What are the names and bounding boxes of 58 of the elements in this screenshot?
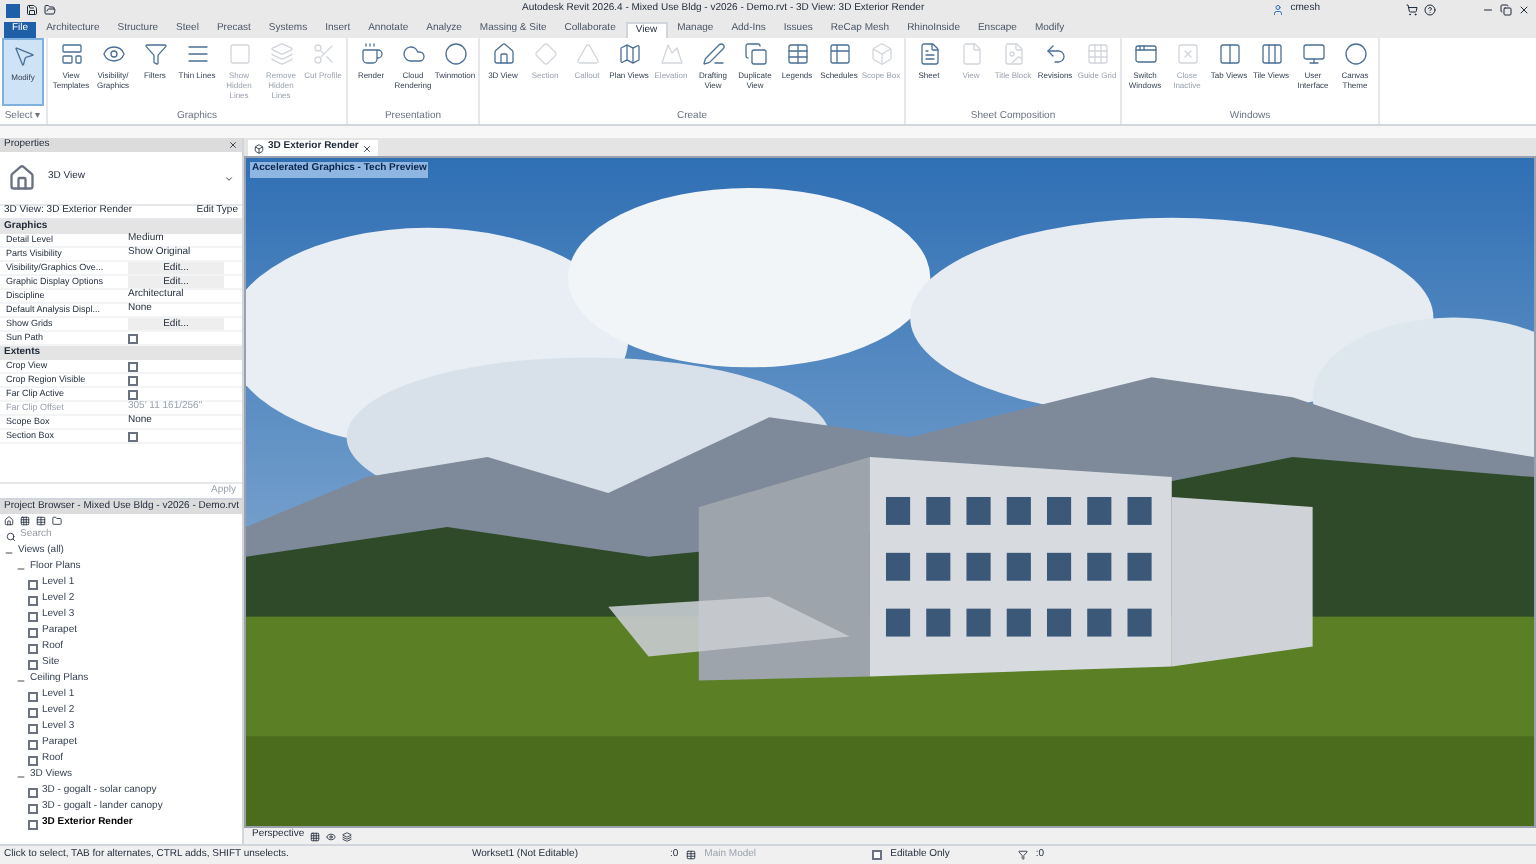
checkbox[interactable] (128, 375, 138, 385)
cursor-icon (11, 44, 35, 68)
lines-icon (185, 42, 209, 66)
sheet-icon (917, 42, 941, 66)
view-checkbox-icon (28, 611, 38, 621)
cart-icon[interactable] (1406, 4, 1418, 16)
view-checkbox-icon (28, 755, 38, 765)
house-icon[interactable] (4, 516, 14, 526)
app-logo-icon (6, 3, 20, 17)
copy-icon (743, 42, 767, 66)
checkbox[interactable] (872, 850, 883, 860)
view-checkbox-icon (28, 803, 38, 813)
table-icon[interactable] (686, 850, 697, 860)
house-icon (8, 164, 36, 192)
minimize-icon[interactable] (1482, 4, 1494, 16)
window-icon (1133, 42, 1157, 66)
close-icon[interactable] (1518, 4, 1530, 16)
columns-icon (1217, 42, 1241, 66)
pen-icon (701, 42, 725, 66)
checkbox[interactable] (128, 389, 138, 399)
house-icon (491, 42, 515, 66)
grid-icon[interactable] (20, 516, 30, 526)
view-checkbox-icon (28, 819, 38, 829)
monitor-icon (1301, 42, 1325, 66)
folder-icon[interactable] (44, 4, 56, 16)
template-icon (59, 42, 83, 66)
checkbox[interactable] (128, 361, 138, 371)
search-icon (6, 531, 16, 541)
grid-icon[interactable] (310, 831, 321, 841)
view-checkbox-icon (28, 787, 38, 797)
eye-icon[interactable] (326, 831, 337, 841)
layers-icon[interactable] (342, 831, 353, 841)
view-checkbox-icon (28, 595, 38, 605)
eye-icon (101, 42, 125, 66)
user-icon[interactable] (1272, 4, 1285, 16)
view-checkbox-icon (28, 691, 38, 701)
view-checkbox-icon (28, 659, 38, 669)
table-icon (785, 42, 809, 66)
tiles-icon (1259, 42, 1283, 66)
folder-icon[interactable] (52, 516, 62, 526)
cloud-icon (401, 42, 425, 66)
checkbox[interactable] (128, 431, 138, 441)
view-checkbox-icon (28, 627, 38, 637)
table-icon (827, 42, 851, 66)
view-checkbox-icon (28, 643, 38, 653)
filter-icon[interactable] (1017, 850, 1028, 860)
view-checkbox-icon (28, 739, 38, 749)
table-icon[interactable] (36, 516, 46, 526)
view-checkbox-icon (28, 579, 38, 589)
dropdown-icon[interactable] (224, 173, 234, 183)
cube-icon (254, 143, 264, 153)
help-icon[interactable] (1424, 4, 1436, 16)
filter-icon (143, 42, 167, 66)
save-icon[interactable] (26, 4, 38, 16)
checkbox[interactable] (128, 333, 138, 343)
restore-icon[interactable] (1500, 4, 1512, 16)
view-checkbox-icon (28, 723, 38, 733)
view-checkbox-icon (28, 707, 38, 717)
